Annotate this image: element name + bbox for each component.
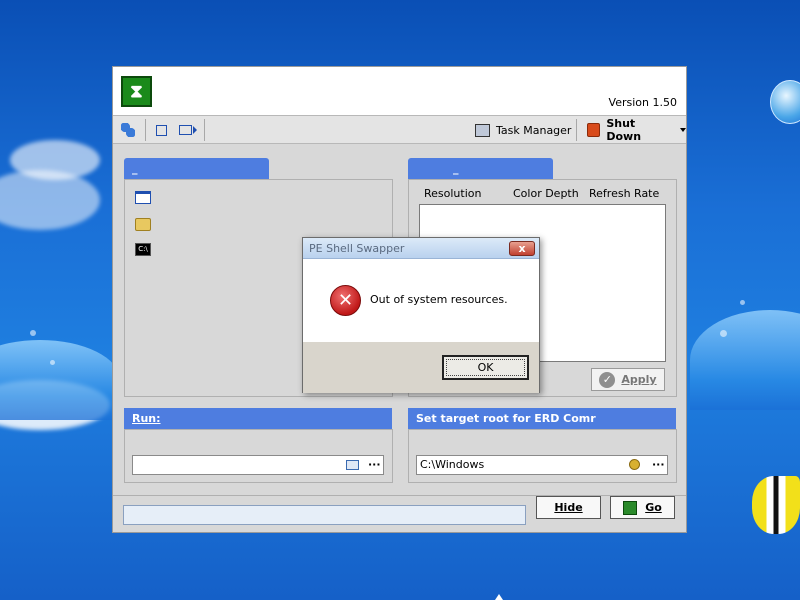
- shut-down-button[interactable]: Shut Down: [587, 117, 686, 143]
- checkmark-icon: ✓: [599, 371, 616, 388]
- keys-icon[interactable]: [629, 459, 640, 470]
- column-header-resolution[interactable]: Resolution: [424, 187, 481, 200]
- chevron-down-icon[interactable]: [680, 128, 686, 132]
- window-button[interactable]: [156, 120, 167, 140]
- go-icon: [623, 500, 638, 515]
- browse-target-button[interactable]: ···: [652, 456, 665, 474]
- version-label: Version 1.50: [608, 96, 677, 109]
- dialog-footer: OK: [303, 342, 539, 393]
- arrow-right-icon: [193, 126, 197, 134]
- ok-label: OK: [477, 361, 494, 374]
- app-header: ⧗ Version 1.50: [113, 67, 686, 115]
- task-manager-button[interactable]: Task Manager: [475, 120, 571, 140]
- target-root-value: C:\Windows: [420, 458, 485, 471]
- folder-icon[interactable]: [135, 218, 151, 231]
- run-input[interactable]: ···: [132, 455, 384, 475]
- ok-button[interactable]: OK: [442, 355, 529, 380]
- shut-down-label: Shut Down: [606, 117, 642, 143]
- dialog-title: PE Shell Swapper: [309, 242, 405, 255]
- command-prompt-icon[interactable]: C:\: [135, 243, 151, 256]
- column-header-refresh-rate[interactable]: Refresh Rate: [589, 187, 659, 200]
- globe-icon: [770, 80, 800, 124]
- close-button[interactable]: x: [509, 241, 535, 256]
- dialog-message: Out of system resources.: [370, 293, 508, 306]
- error-icon: ✕: [330, 285, 361, 316]
- target-root-input[interactable]: C:\Windows ···: [416, 455, 668, 475]
- switch-window-icon: [179, 125, 192, 135]
- dialog-title-bar[interactable]: PE Shell Swapper x: [303, 238, 539, 259]
- window-icon[interactable]: [135, 191, 151, 204]
- open-folder-icon[interactable]: [346, 460, 359, 470]
- go-button[interactable]: Go: [610, 496, 675, 519]
- fish-icon: [752, 476, 800, 534]
- browse-button[interactable]: ···: [368, 456, 381, 474]
- run-panel-header: Run:: [124, 408, 392, 429]
- display-panel-tab[interactable]: _: [408, 158, 553, 179]
- hourglass-icon: ⧗: [121, 76, 152, 107]
- column-header-color-depth[interactable]: Color Depth: [513, 187, 579, 200]
- mouse-pointer-icon: [495, 594, 503, 600]
- power-icon: [587, 123, 601, 137]
- left-panel-tab[interactable]: _: [124, 158, 269, 179]
- target-root-header: Set target root for ERD Comr: [408, 408, 676, 429]
- apply-label: Apply: [621, 373, 657, 386]
- switch-window-button[interactable]: [179, 120, 197, 140]
- toolbar: Task Manager Shut Down: [113, 115, 686, 144]
- apply-button[interactable]: ✓ Apply: [591, 368, 665, 391]
- error-dialog: PE Shell Swapper x ✕ Out of system resou…: [302, 237, 540, 393]
- close-icon: x: [518, 242, 526, 255]
- task-manager-label: Task Manager: [496, 123, 572, 137]
- hide-label: Hide: [554, 501, 583, 514]
- bottom-bar: Hide Go: [113, 495, 686, 534]
- go-label: Go: [645, 501, 662, 514]
- window-icon: [156, 124, 167, 136]
- network-icon: [121, 123, 135, 137]
- computer-icon: [475, 123, 490, 137]
- hide-button[interactable]: Hide: [536, 496, 601, 519]
- network-button[interactable]: [121, 120, 135, 140]
- progress-bar: [123, 505, 526, 525]
